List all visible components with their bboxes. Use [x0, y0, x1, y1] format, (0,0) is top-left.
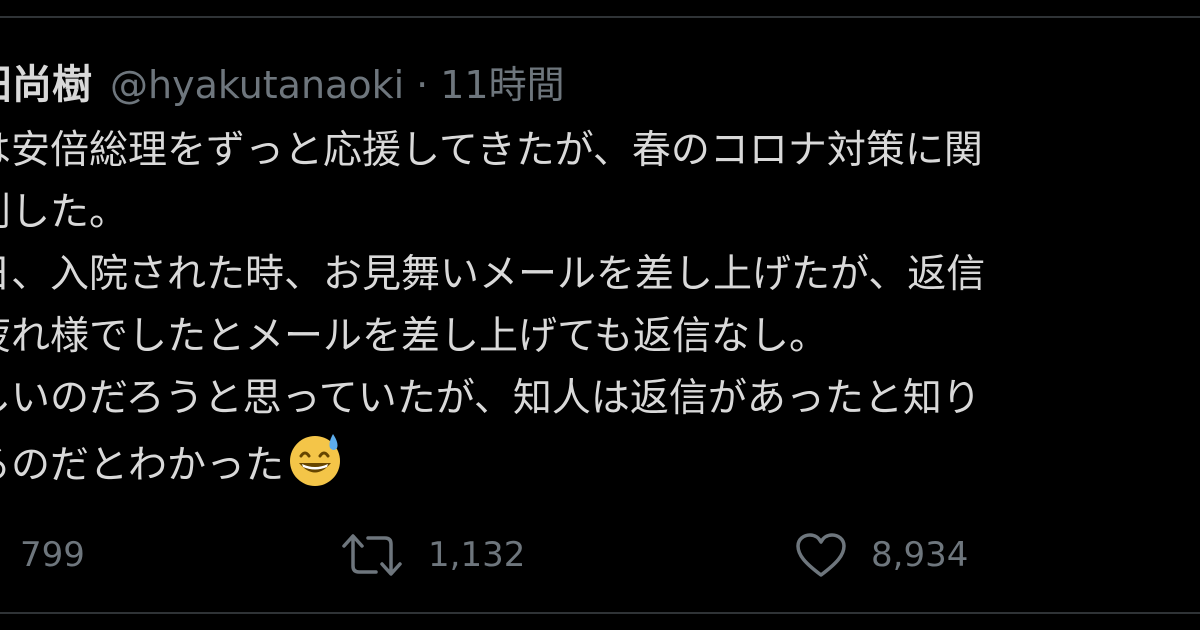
- tweet[interactable]: 田尚樹 @hyakutanaoki · 11時間 は安倍総理をずっと応援してきた…: [0, 52, 1200, 492]
- header-separator: ·: [416, 63, 429, 107]
- tweet-text-line: 疲れ様でしたとメールを差し上げても返信なし。: [0, 314, 829, 359]
- tweet-text-line: しいのだろうと思っていたが、知人は返信があったと知り: [0, 376, 981, 421]
- grinning-face-with-sweat-icon: [286, 430, 344, 507]
- retweet-button[interactable]: 1,132: [340, 525, 525, 585]
- top-divider: [0, 16, 1200, 18]
- tweet-text-line: 判した。: [0, 190, 129, 235]
- reply-count: 799: [20, 535, 85, 575]
- like-count: 8,934: [871, 535, 969, 575]
- retweet-count: 1,132: [428, 535, 526, 575]
- tweet-header: 田尚樹 @hyakutanaoki · 11時間: [0, 52, 1200, 118]
- author-handle[interactable]: @hyakutanaoki: [110, 63, 404, 107]
- tweet-actions: 799 1,132 8,934: [0, 525, 1200, 585]
- bottom-divider: [0, 612, 1200, 614]
- tweet-timestamp[interactable]: 11時間: [440, 54, 564, 109]
- author-display-name[interactable]: 田尚樹: [0, 52, 92, 110]
- like-button[interactable]: 8,934: [795, 525, 968, 585]
- heart-icon: [795, 532, 847, 578]
- tweet-text-line-content: るのだとわかった: [0, 443, 285, 488]
- tweet-text-line-last: るのだとわかった: [0, 430, 1200, 492]
- tweet-text-line: は安倍総理をずっと応援してきたが、春のコロナ対策に関: [0, 128, 983, 173]
- retweet-icon: [340, 532, 404, 578]
- tweet-text: は安倍総理をずっと応援してきたが、春のコロナ対策に関 判した。 日、入院された時…: [0, 120, 1200, 492]
- reply-button[interactable]: 799: [20, 525, 85, 585]
- tweet-text-line: 日、入院された時、お見舞いメールを差し上げたが、返信: [0, 252, 986, 297]
